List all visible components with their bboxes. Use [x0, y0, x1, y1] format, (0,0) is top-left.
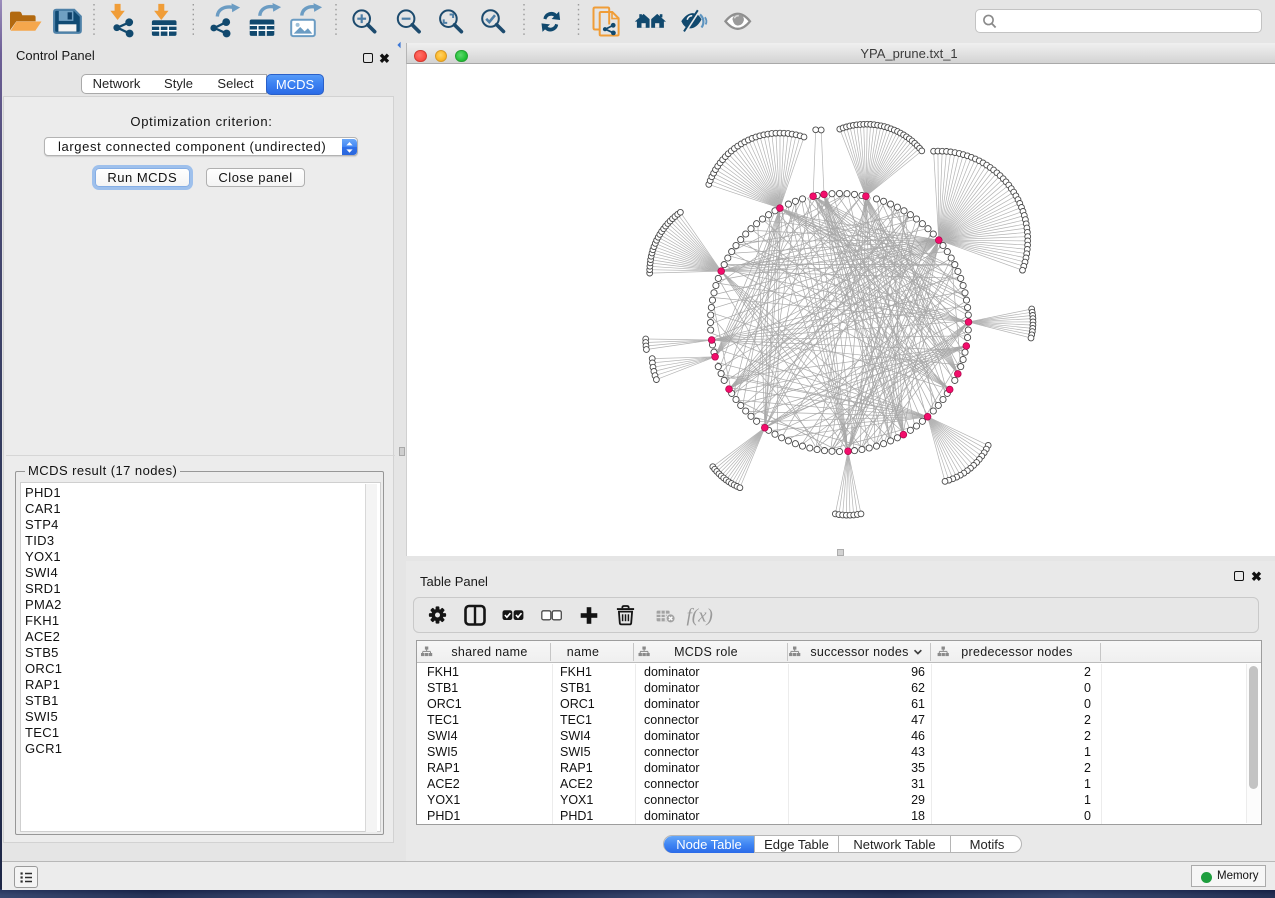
svg-text:f(x): f(x)	[687, 606, 713, 627]
